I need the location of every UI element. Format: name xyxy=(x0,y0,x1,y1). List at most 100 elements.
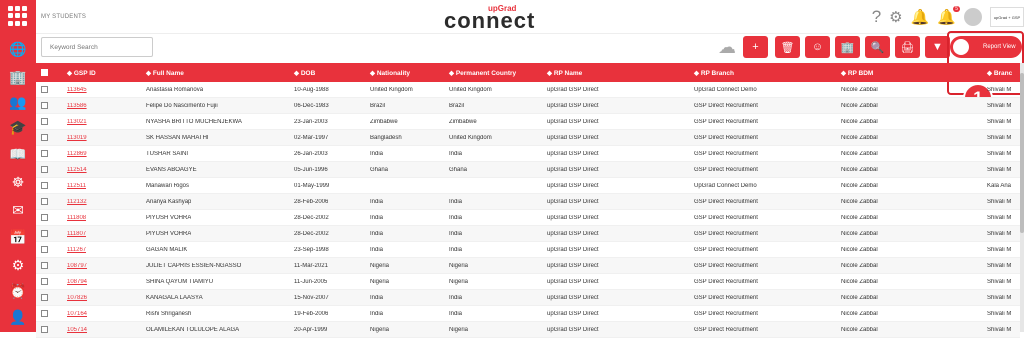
book-icon[interactable]: 📖 xyxy=(9,145,27,163)
cell-name: KANAGALA LAASYA xyxy=(146,295,203,301)
apps-grid-icon[interactable] xyxy=(8,6,28,26)
help-icon[interactable]: ? xyxy=(872,7,881,27)
header-dob[interactable]: ◆ DOB xyxy=(294,69,315,77)
table-row[interactable]: 113645 Anastasia Romanova 10-Aug-1988 Unite… xyxy=(36,82,1020,98)
table-row[interactable]: 105714 OLAMILEKAN TOLULOPE ALAGA 20-Apr-19… xyxy=(36,322,1020,338)
row-checkbox[interactable] xyxy=(41,150,48,157)
table-row[interactable]: 108797 JULIET CAPRIS ESSIEN-NGASSO 11-Mar-… xyxy=(36,258,1020,274)
notification-icon[interactable]: 🔔 5 xyxy=(937,6,960,26)
cell-dob: 10-Aug-1988 xyxy=(294,87,329,93)
cell-brn: Shivali M xyxy=(987,311,1012,317)
table-row[interactable]: 113021 NYASHA BRITTO MUCHENJEKWA 23-Jan-20… xyxy=(36,114,1020,130)
row-checkbox[interactable] xyxy=(41,198,48,205)
gsp-id-link[interactable]: 113021 xyxy=(67,119,87,125)
table-row[interactable]: 107164 Rishi Shriganesh 19-Feb-2006 India In… xyxy=(36,306,1020,322)
table-row[interactable]: 112869 TUSHAR SAINI 26-Jan-2003 India India u… xyxy=(36,146,1020,162)
table-row[interactable]: 111807 PIYUSH VOHRA 28-Dec-2002 India India u… xyxy=(36,226,1020,242)
mail-icon[interactable]: ✉ xyxy=(9,201,27,219)
row-checkbox[interactable] xyxy=(41,102,48,109)
row-checkbox[interactable] xyxy=(41,182,48,189)
header-branch[interactable]: ◆ Branc xyxy=(987,69,1012,77)
gsp-id-link[interactable]: 112514 xyxy=(67,167,87,173)
row-checkbox[interactable] xyxy=(41,166,48,173)
print-button[interactable]: 🖨 xyxy=(895,36,920,58)
building-button[interactable]: 🏢 xyxy=(835,36,860,58)
clock-icon[interactable]: ⏰ xyxy=(9,282,27,300)
row-checkbox[interactable] xyxy=(41,310,48,317)
search-input[interactable] xyxy=(41,37,153,57)
gsp-id-link[interactable]: 112132 xyxy=(67,199,87,205)
notification-badge: 5 xyxy=(953,6,960,12)
cell-pc: India xyxy=(449,151,463,157)
cell-brn: Shivali M xyxy=(987,199,1012,205)
gsp-id-link[interactable]: 112869 xyxy=(67,151,87,157)
table-row[interactable]: 111267 GAGAN MALIK 23-Sep-1998 India India up… xyxy=(36,242,1020,258)
row-checkbox[interactable] xyxy=(41,86,48,93)
delete-button[interactable]: 🗑 xyxy=(775,36,800,58)
header-rp-name[interactable]: ◆ RP Name xyxy=(547,69,582,77)
table-row[interactable]: 113586 Felipe Do Nascimento Fujii 06-Dec-1… xyxy=(36,98,1020,114)
cell-name: Anastasia Romanova xyxy=(146,87,204,93)
header-rp-branch[interactable]: ◆ RP Branch xyxy=(694,69,734,77)
avatar[interactable] xyxy=(964,8,982,26)
add-button[interactable]: + xyxy=(743,36,768,58)
cloud-icon[interactable]: ☁ xyxy=(718,37,736,58)
graduation-cap-icon[interactable]: 🎓 xyxy=(9,118,27,136)
table-body: 113645 Anastasia Romanova 10-Aug-1988 Unite… xyxy=(36,82,1020,338)
gsp-id-link[interactable]: 105714 xyxy=(67,327,87,333)
table-row[interactable]: 112511 Manawari Rigos 01-May-1999 upGrad GS… xyxy=(36,178,1020,194)
globe-icon[interactable]: 🌐 xyxy=(9,40,27,58)
cell-nat: India xyxy=(370,311,384,317)
gsp-id-link[interactable]: 107164 xyxy=(67,311,87,317)
user-button[interactable]: ☺ xyxy=(805,36,830,58)
cell-bdm: Nicole Zabbal xyxy=(841,295,878,301)
gsp-id-link[interactable]: 111807 xyxy=(67,231,86,237)
cell-pc: India xyxy=(449,231,463,237)
cell-br: GSP Direct Recruitment xyxy=(694,167,758,173)
cell-name: PIYUSH VOHRA xyxy=(146,231,192,237)
scrollbar-thumb[interactable] xyxy=(1020,73,1024,233)
table-row[interactable]: 111808 PIYUSH VOHRA 28-Dec-2002 India India u… xyxy=(36,210,1020,226)
gsp-id-link[interactable]: 113645 xyxy=(67,87,87,93)
row-checkbox[interactable] xyxy=(41,118,48,125)
header-permanent-country[interactable]: ◆ Permanent Country xyxy=(449,69,516,77)
row-checkbox[interactable] xyxy=(41,214,48,221)
gsp-id-link[interactable]: 113019 xyxy=(67,135,87,141)
building-icon[interactable]: 🏢 xyxy=(9,68,27,86)
cell-rp: upGrad GSP Direct xyxy=(547,151,599,157)
header-full-name[interactable]: ◆ Full Name xyxy=(146,69,184,77)
row-checkbox[interactable] xyxy=(41,262,48,269)
gsp-id-link[interactable]: 113586 xyxy=(67,103,87,109)
row-checkbox[interactable] xyxy=(41,246,48,253)
gsp-id-link[interactable]: 107826 xyxy=(67,295,87,301)
header-gsp-id[interactable]: ◆ GSP ID xyxy=(67,69,96,77)
gsp-id-link[interactable]: 111267 xyxy=(67,247,86,253)
gsp-id-link[interactable]: 112511 xyxy=(67,183,86,189)
header-nationality[interactable]: ◆ Nationality xyxy=(370,69,410,77)
row-checkbox[interactable] xyxy=(41,134,48,141)
user-badge-icon[interactable]: 👤 xyxy=(9,308,27,326)
vertical-scrollbar[interactable] xyxy=(1020,63,1024,332)
gsp-id-link[interactable]: 108797 xyxy=(67,263,87,269)
zoom-button[interactable]: 🔍 xyxy=(865,36,890,58)
settings-icon[interactable]: ⚙ xyxy=(889,8,902,26)
users-icon[interactable]: 👥 xyxy=(9,93,27,111)
table-row[interactable]: 113019 SK HASSAN MAHATHI 02-Mar-1997 Bangla… xyxy=(36,130,1020,146)
table-row[interactable]: 108794 SHINA QAYUM TIAMIYU 11-Jun-2005 Nige… xyxy=(36,274,1020,290)
table-row[interactable]: 112514 EVANS ABOAGYE 05-Jun-1996 Ghana Ghana… xyxy=(36,162,1020,178)
settings-icon[interactable]: ⚙ xyxy=(9,256,27,274)
cell-dob: 11-Jun-2005 xyxy=(294,279,328,285)
row-checkbox[interactable] xyxy=(41,230,48,237)
bell-icon[interactable]: 🔔 xyxy=(911,8,930,26)
row-checkbox[interactable] xyxy=(41,278,48,285)
cell-rp: upGrad GSP Direct xyxy=(547,119,599,125)
select-all-checkbox[interactable] xyxy=(41,69,48,76)
table-row[interactable]: 112132 Ananya Kashyap 28-Feb-2006 India Indi… xyxy=(36,194,1020,210)
hand-coin-icon[interactable]: ☸ xyxy=(9,173,27,191)
table-row[interactable]: 107826 KANAGALA LAASYA 15-Nov-2007 India Ind… xyxy=(36,290,1020,306)
gsp-id-link[interactable]: 111808 xyxy=(67,215,86,221)
gsp-id-link[interactable]: 108794 xyxy=(67,279,87,285)
calendar-icon[interactable]: 📅 xyxy=(9,228,27,246)
header-rp-bdm[interactable]: ◆ RP BDM xyxy=(841,69,873,77)
row-checkbox[interactable] xyxy=(41,294,48,301)
